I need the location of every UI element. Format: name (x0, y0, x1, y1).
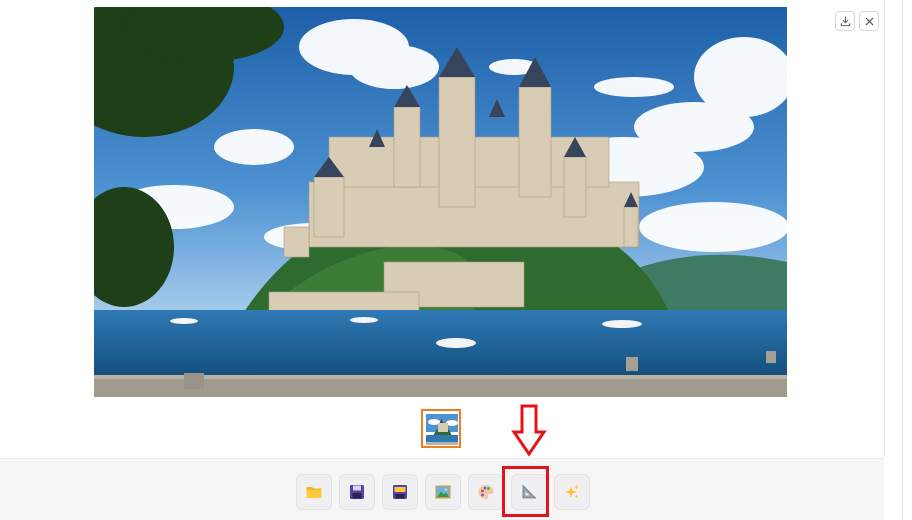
picture-icon (435, 485, 451, 499)
annotation-arrow (511, 404, 547, 457)
open-folder-button[interactable] (296, 474, 332, 510)
annotation-highlight-box (502, 466, 549, 517)
castle-landscape-image (94, 7, 787, 397)
save-as-button[interactable] (382, 474, 418, 510)
palette-icon (478, 485, 494, 499)
main-image[interactable] (94, 7, 787, 397)
sparkles-button[interactable] (554, 474, 590, 510)
close-icon (865, 17, 873, 25)
palette-button[interactable] (468, 474, 504, 510)
thumbnail-image (426, 414, 458, 445)
download-button[interactable] (835, 11, 855, 31)
save-button[interactable] (339, 474, 375, 510)
image-actions (835, 11, 879, 31)
close-button[interactable] (859, 11, 879, 31)
panel-divider (884, 0, 885, 458)
floppy-disk-icon (350, 485, 364, 499)
sparkles-icon (565, 484, 579, 499)
save-to-archive-icon (393, 485, 407, 499)
app-window (0, 0, 912, 520)
folder-icon (306, 487, 322, 498)
download-icon (840, 15, 850, 26)
image-button[interactable] (425, 474, 461, 510)
scrollbar-track[interactable] (902, 0, 903, 520)
gallery-thumbnail[interactable] (421, 409, 461, 448)
